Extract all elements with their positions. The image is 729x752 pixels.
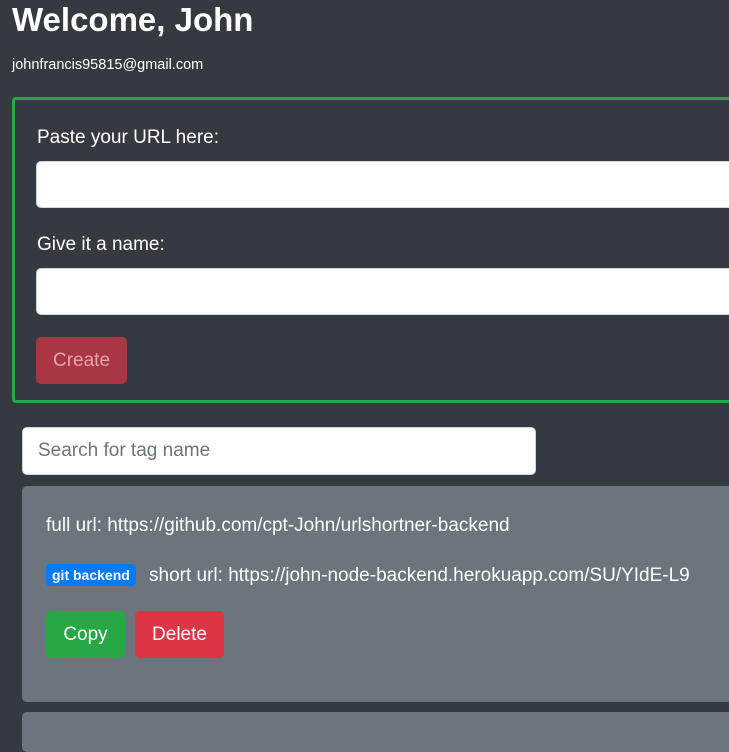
delete-button[interactable]: Delete [135,611,224,658]
welcome-heading: Welcome, John [12,1,254,38]
short-url-text: short url: https://john-node-backend.her… [149,565,690,586]
create-link-form: Paste your URL here: Give it a name: Cre… [12,97,729,403]
url-input[interactable] [36,161,729,208]
url-label: Paste your URL here: [37,127,219,148]
create-button[interactable]: Create [36,337,127,384]
name-input[interactable] [36,268,729,315]
full-url-text: full url: https://github.com/cpt-John/ur… [46,515,510,536]
link-card: full url: https://github.com/cpt-John/ur… [22,486,729,702]
user-email: johnfrancis95815@gmail.com [12,57,204,73]
tag-search-input[interactable] [22,427,536,475]
name-label: Give it a name: [37,234,165,255]
copy-button[interactable]: Copy [46,611,125,658]
link-card-next [22,712,729,752]
tag-badge: git backend [46,564,136,586]
